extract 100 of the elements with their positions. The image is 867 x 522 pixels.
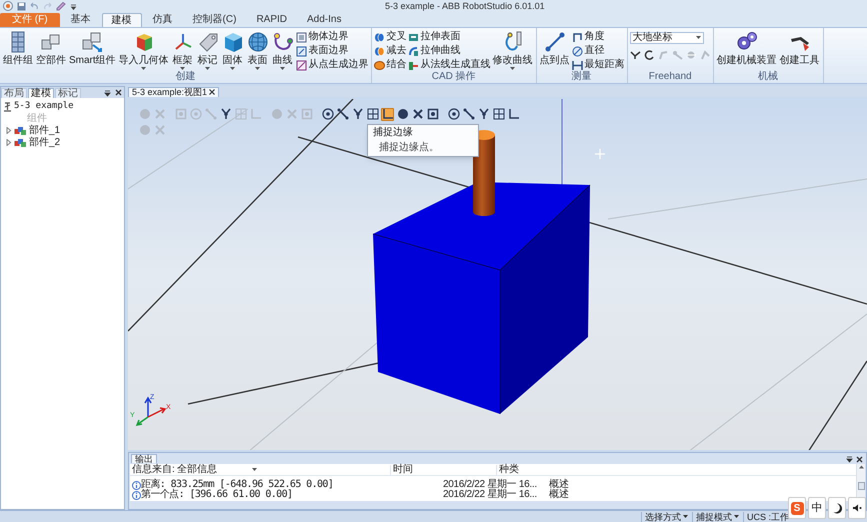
- ribbon-group-label: 创建: [175, 71, 196, 83]
- ribbon-small-button[interactable]: 从法线生成直线: [408, 59, 491, 71]
- toolbar-button[interactable]: [507, 108, 520, 121]
- caret-icon: [252, 468, 257, 472]
- ribbon-tab[interactable]: 控制器(C): [184, 13, 246, 27]
- ribbon-button[interactable]: 标记: [196, 30, 220, 71]
- ribbon-small-button[interactable]: 最短距离: [572, 59, 625, 71]
- ime-mode-button[interactable]: 中: [808, 497, 826, 519]
- ime-width-button[interactable]: [828, 497, 846, 519]
- toolbar-button[interactable]: [426, 108, 439, 121]
- toolbar-button[interactable]: [321, 108, 334, 121]
- ribbon-tab[interactable]: RAPID: [247, 13, 296, 27]
- status-menu[interactable]: 捕捉模式: [692, 512, 739, 522]
- toolbar-button[interactable]: [477, 108, 490, 121]
- expander-icon[interactable]: [6, 139, 12, 146]
- ribbon-button[interactable]: 组件组: [2, 30, 34, 67]
- ribbon-button[interactable]: 曲线: [270, 30, 295, 71]
- ribbon-tab[interactable]: 建模: [102, 13, 142, 27]
- status-menu[interactable]: 选择方式: [640, 512, 688, 522]
- corner-icon: [250, 108, 262, 120]
- fork-icon: [220, 108, 232, 120]
- toolbar-button[interactable]: [351, 108, 364, 121]
- moon-icon: [832, 502, 842, 514]
- toolbar-button[interactable]: [219, 108, 232, 121]
- cross-arrows-icon: [154, 108, 166, 120]
- ribbon-button[interactable]: 表面: [246, 30, 270, 71]
- category-cell-text: 概述: [548, 490, 569, 500]
- time-cell-text: 2016/2/22 星期一 16...: [442, 490, 538, 500]
- toolbar-button[interactable]: [411, 108, 424, 121]
- ribbon-tab[interactable]: Add-Ins: [298, 13, 350, 27]
- ribbon-button[interactable]: 修改曲线: [492, 30, 534, 71]
- close-icon[interactable]: [115, 89, 122, 96]
- ball-icon: [138, 108, 150, 120]
- toolbar-button[interactable]: [396, 108, 409, 121]
- ribbon-small-button[interactable]: 减去: [374, 45, 407, 57]
- ribbon-button[interactable]: 空部件: [35, 30, 67, 67]
- ime-punctuation-button[interactable]: [848, 497, 866, 519]
- save-icon[interactable]: [17, 2, 26, 10]
- target-icon: [322, 108, 334, 120]
- ribbon-small-button[interactable]: 表面边界: [296, 45, 369, 57]
- tree-item[interactable]: 部件_2: [29, 137, 60, 148]
- ribbon-small-button[interactable]: 拉伸曲线: [408, 45, 491, 57]
- toolbar-button[interactable]: [336, 108, 349, 121]
- customize-icon[interactable]: [70, 2, 77, 10]
- column-header: 时间: [390, 464, 496, 475]
- toolbar-button[interactable]: [447, 108, 460, 121]
- cross-arrows-icon: [412, 108, 424, 120]
- ribbon-button[interactable]: Smart组件: [68, 30, 117, 67]
- ribbon-small-button[interactable]: 拉伸表面: [408, 31, 491, 43]
- ribbon-small-button[interactable]: 直径: [572, 45, 625, 57]
- ovals-icon: [374, 46, 385, 56]
- tree-item[interactable]: 5-3 example: [14, 101, 74, 112]
- panel-tab[interactable]: 布局: [1, 88, 27, 98]
- output-tab[interactable]: 输出: [131, 454, 157, 464]
- logo-icon[interactable]: [3, 1, 13, 11]
- globe-icon: [246, 31, 269, 53]
- ribbon-small-button[interactable]: 角度: [572, 31, 625, 43]
- coordinate-dropdown[interactable]: 大地坐标: [630, 32, 704, 44]
- ribbon-tab[interactable]: 基本: [62, 13, 100, 27]
- ribbon-button[interactable]: 点到点: [538, 30, 571, 67]
- blocks-icon: [14, 126, 27, 136]
- ovals-icon: [374, 60, 385, 70]
- ribbon-button[interactable]: 导入几何体: [118, 30, 170, 71]
- rotate-icon[interactable]: [644, 50, 655, 60]
- ribbon-button[interactable]: 框架: [170, 30, 195, 71]
- cross-arrows-icon: [286, 108, 298, 120]
- tree-item[interactable]: 部件_1: [29, 125, 60, 136]
- filter-dropdown[interactable]: 全部信息: [176, 464, 258, 476]
- ribbon-tab[interactable]: 仿真: [144, 13, 182, 27]
- circle-icon: [572, 46, 583, 56]
- ribbon-button[interactable]: 创建工具: [778, 30, 821, 67]
- view-tab[interactable]: 5-3 example:视图1: [128, 86, 220, 97]
- panel-tab[interactable]: 标记: [55, 88, 81, 98]
- ribbon-button[interactable]: 创建机械装置: [716, 30, 778, 67]
- expander-icon[interactable]: [6, 127, 12, 134]
- toolbar-button[interactable]: [462, 108, 475, 121]
- ribbon-small-button[interactable]: 结合: [374, 59, 407, 71]
- grid-icon: [366, 108, 378, 120]
- toolbar-button[interactable]: [492, 108, 505, 121]
- corner-icon: [382, 108, 394, 120]
- pin-menu-icon[interactable]: [104, 89, 111, 97]
- ribbon-button[interactable]: 固体: [220, 30, 245, 71]
- ribbon-small-button[interactable]: 从点生成边界: [296, 59, 369, 71]
- ball-icon: [396, 108, 408, 120]
- pin-menu-icon[interactable]: [846, 455, 853, 464]
- station-icon: [3, 102, 12, 112]
- scroll-up-icon[interactable]: [858, 464, 864, 470]
- toolbar-button[interactable]: [381, 108, 394, 121]
- toolbar-button[interactable]: [366, 108, 379, 121]
- panel-tab[interactable]: 建模: [28, 88, 54, 98]
- crosshair-icon: [594, 148, 606, 160]
- distance-icon: [572, 60, 583, 70]
- close-icon[interactable]: [209, 89, 216, 96]
- joint-icon[interactable]: [630, 50, 641, 60]
- ribbon-small-button[interactable]: 物体边界: [296, 31, 369, 43]
- ribbon-small-button[interactable]: 交叉: [374, 31, 407, 43]
- frame-icon: [296, 46, 307, 56]
- angle-icon: [572, 32, 583, 42]
- close-icon[interactable]: [856, 456, 863, 464]
- fork-icon: [478, 108, 490, 120]
